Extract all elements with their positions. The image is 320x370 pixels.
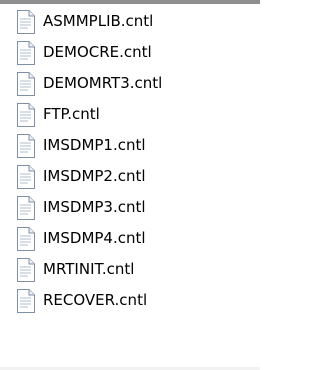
file-name: FTP.cntl [43,105,100,123]
file-list: ASMMPLIB.cntl DEMOCRE.cntl DEMOMRT3.cntl… [0,4,260,314]
file-item[interactable]: FTP.cntl [0,97,260,128]
file-list-pane: ASMMPLIB.cntl DEMOCRE.cntl DEMOMRT3.cntl… [0,0,260,370]
file-name: MRTINIT.cntl [43,260,135,278]
file-name: DEMOMRT3.cntl [43,74,163,92]
file-item[interactable]: MRTINIT.cntl [0,252,260,283]
file-item[interactable]: ASMMPLIB.cntl [0,4,260,35]
file-name: ASMMPLIB.cntl [43,12,154,30]
file-item[interactable]: IMSDMP2.cntl [0,159,260,190]
file-item[interactable]: RECOVER.cntl [0,283,260,314]
text-document-icon [17,72,35,96]
text-document-icon [17,41,35,65]
file-name: RECOVER.cntl [43,291,148,309]
file-name: DEMOCRE.cntl [43,43,152,61]
file-name: IMSDMP3.cntl [43,198,146,216]
text-document-icon [17,227,35,251]
text-document-icon [17,196,35,220]
text-document-icon [17,165,35,189]
file-item[interactable]: DEMOCRE.cntl [0,35,260,66]
file-item[interactable]: DEMOMRT3.cntl [0,66,260,97]
file-name: IMSDMP1.cntl [43,136,146,154]
text-document-icon [17,10,35,34]
text-document-icon [17,258,35,282]
file-name: IMSDMP4.cntl [43,229,146,247]
file-name: IMSDMP2.cntl [43,167,146,185]
text-document-icon [17,134,35,158]
file-item[interactable]: IMSDMP1.cntl [0,128,260,159]
file-item[interactable]: IMSDMP3.cntl [0,190,260,221]
file-item[interactable]: IMSDMP4.cntl [0,221,260,252]
text-document-icon [17,289,35,313]
text-document-icon [17,103,35,127]
